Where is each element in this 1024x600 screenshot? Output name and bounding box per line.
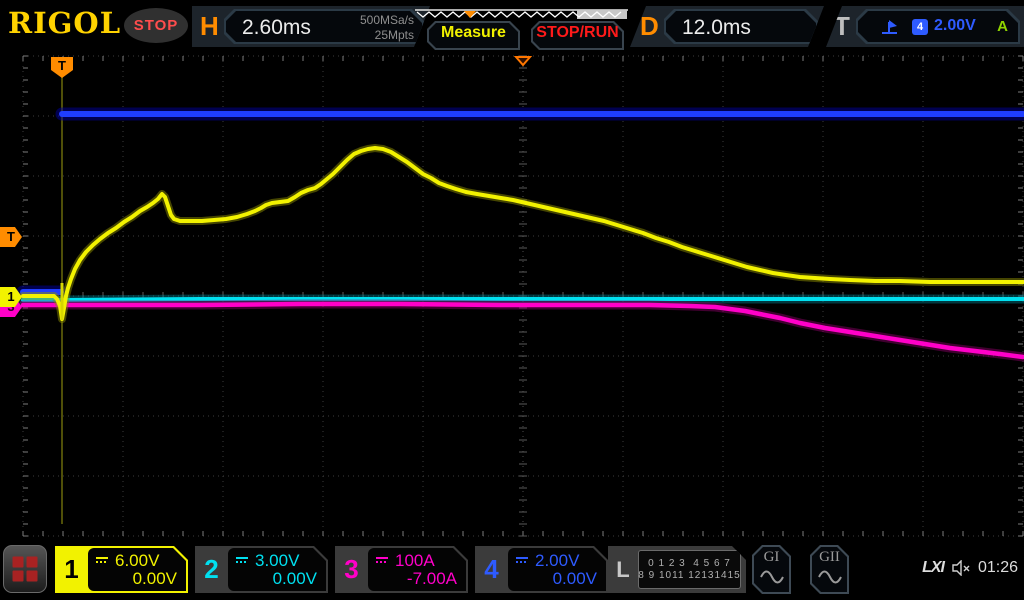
logic-row-1: 0 1 2 3 4 5 6 7 <box>648 558 731 569</box>
oscilloscope-screen: T 3 1 T RIGOL STOP H 2.60ms 500MSa/s 25M… <box>0 0 1024 600</box>
speaker-muted-icon[interactable] <box>951 560 971 576</box>
rigol-logo: RIGOL <box>8 6 122 40</box>
trigger-source-badge: 4 <box>912 19 928 35</box>
horizontal-tab[interactable]: H 2.60ms 500MSa/s 25Mpts <box>192 6 430 47</box>
dc-coupling-icon <box>235 557 250 566</box>
channel-1-offset: 0.00V <box>132 569 177 588</box>
logic-row-2: 8 9 1011 12131415 <box>638 570 741 581</box>
channel-2-offset: 0.00V <box>272 569 317 588</box>
memory-position-bar[interactable] <box>415 9 628 20</box>
display-window-region[interactable] <box>577 10 627 19</box>
timebase-value: 2.60ms <box>242 16 311 39</box>
dc-coupling-icon <box>95 557 110 566</box>
channel-4-scale: 2.00V <box>535 551 580 570</box>
channel-3-scale: 100A <box>395 551 435 570</box>
bottom-bar: 1 6.00V 0.00V 2 3.00V 0.00V 3 100A -7.00… <box>0 538 1024 600</box>
run-state-badge[interactable]: STOP <box>124 8 188 43</box>
generator-2-button[interactable]: GII <box>810 545 849 594</box>
generator-1-button[interactable]: GI <box>752 545 791 594</box>
clock: 01:26 <box>977 559 1018 576</box>
horizontal-label: H <box>200 11 219 41</box>
channel-4-offset: 0.00V <box>552 569 597 588</box>
channel-4-box[interactable]: 4 2.00V 0.00V <box>475 546 608 593</box>
trigger-level-value: 2.00V <box>934 17 976 34</box>
channel-2-box[interactable]: 2 3.00V 0.00V <box>195 546 328 593</box>
measure-button[interactable]: Measure <box>427 21 520 50</box>
logic-channels-box[interactable]: L 0 1 2 3 4 5 6 7 8 9 1011 12131415 <box>608 546 746 593</box>
stop-run-button[interactable]: STOP/RUN <box>531 21 624 50</box>
top-bar: RIGOL STOP H 2.60ms 500MSa/s 25Mpts Meas… <box>0 0 1024 52</box>
sine-wave-icon <box>759 569 785 585</box>
trigger-slope-icon <box>880 18 900 38</box>
channel-1-scale: 6.00V <box>115 551 160 570</box>
acquisition-info: 500MSa/s 25Mpts <box>359 13 414 42</box>
waveform-display <box>16 55 1024 537</box>
trigger-tab[interactable]: T 4 2.00V A <box>826 6 1024 47</box>
trigger-label: T <box>834 11 850 41</box>
menu-icon[interactable] <box>3 545 47 593</box>
dc-coupling-icon <box>375 557 390 566</box>
channel-3-box[interactable]: 3 100A -7.00A <box>335 546 468 593</box>
channel-1-box[interactable]: 1 6.00V 0.00V <box>55 546 188 593</box>
channel-3-offset: -7.00A <box>406 569 457 588</box>
sine-wave-icon <box>817 569 843 585</box>
delay-label: D <box>640 11 659 41</box>
channel-2-scale: 3.00V <box>255 551 300 570</box>
delay-tab[interactable]: D 12.0ms <box>630 6 824 47</box>
delay-value: 12.0ms <box>682 16 751 39</box>
lxi-logo: LXI <box>922 559 945 576</box>
dc-coupling-icon <box>515 557 530 566</box>
trigger-sweep-mode: A <box>997 18 1008 35</box>
